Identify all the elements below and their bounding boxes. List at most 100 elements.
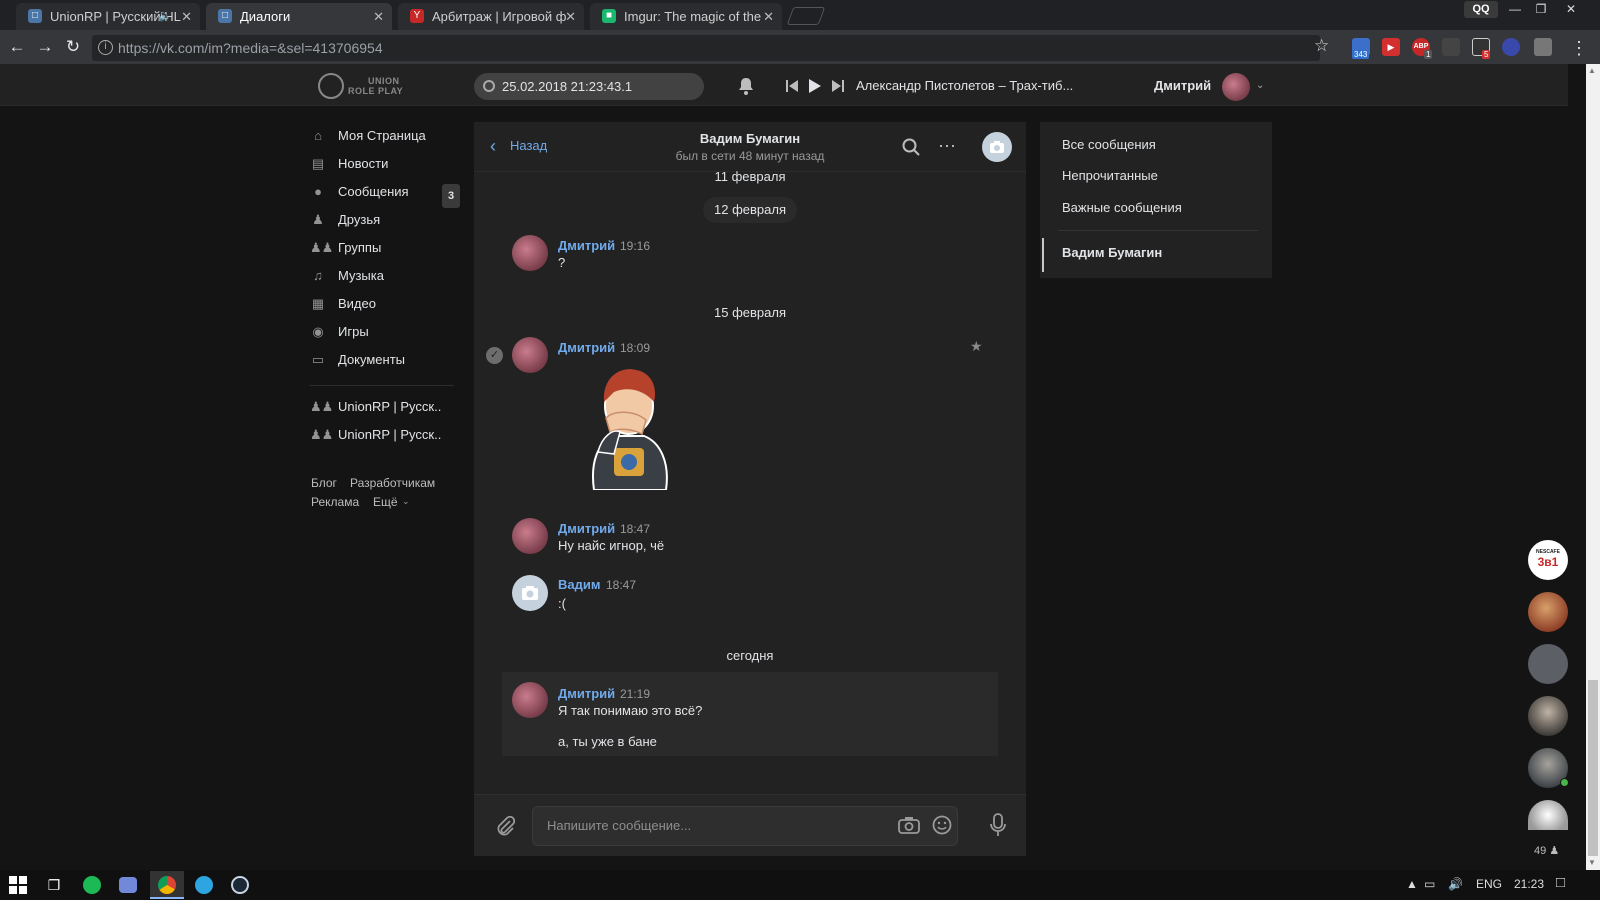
volume-icon[interactable]: 🔊 [1448, 877, 1463, 891]
message-author[interactable]: Дмитрий [558, 238, 615, 253]
next-track-icon[interactable] [832, 79, 844, 93]
new-tab-button[interactable] [786, 7, 826, 25]
footer-link-more[interactable]: Ещё [373, 495, 398, 509]
side-chat-avatar-6[interactable] [1528, 800, 1568, 830]
language-indicator[interactable]: ENG [1476, 877, 1502, 891]
union-rp-logo[interactable]: UNION ROLE PLAY [318, 73, 410, 99]
attach-paperclip-icon[interactable] [494, 815, 516, 837]
notifications-bell-icon[interactable] [738, 77, 754, 95]
close-tab-icon[interactable]: ✕ [181, 3, 192, 30]
play-icon[interactable] [808, 78, 822, 94]
back-chevron-icon[interactable]: ‹ [490, 137, 496, 155]
left-menu-group-unionrp-2[interactable]: ♟♟ UnionRP | Русск.. [310, 425, 441, 445]
filter-all-messages[interactable]: Все сообщения [1062, 137, 1156, 152]
message-input[interactable]: Напишите сообщение... [532, 806, 958, 846]
message-time[interactable]: 18:47 [606, 578, 636, 592]
profile-badge[interactable]: QQ [1464, 1, 1498, 18]
task-view-icon[interactable]: ❐ [42, 874, 66, 896]
bookmark-star-icon[interactable]: ☆ [1314, 36, 1329, 56]
side-chat-avatar-3[interactable] [1528, 644, 1568, 684]
extension-robot-icon[interactable] [1502, 38, 1520, 56]
spotify-icon[interactable] [80, 874, 104, 896]
close-tab-icon[interactable]: ✕ [373, 3, 384, 30]
left-menu-music[interactable]: ♫ Музыка [310, 266, 384, 286]
message-avatar[interactable] [512, 337, 548, 373]
message-time[interactable]: 18:09 [620, 341, 650, 355]
chat-peer-name[interactable]: Вадим Бумагин [650, 131, 850, 146]
attach-photo-camera-icon[interactable] [898, 815, 920, 835]
browser-tab-dialogs[interactable]: □ Диалоги ✕ [206, 3, 392, 30]
restore-window-icon[interactable]: ❐ [1530, 0, 1552, 18]
left-menu-news[interactable]: ▤ Новости [310, 154, 388, 174]
more-options-icon[interactable]: ⋯ [938, 136, 957, 157]
message-author[interactable]: Дмитрий [558, 686, 615, 701]
message-avatar[interactable] [512, 518, 548, 554]
left-menu-games[interactable]: ◉ Игры [310, 322, 368, 342]
side-chat-avatar-2[interactable] [1528, 592, 1568, 632]
back-button[interactable]: Назад [510, 138, 547, 153]
online-friends-count[interactable]: 49 ♟ [1534, 844, 1559, 857]
minimize-window-icon[interactable]: — [1504, 0, 1526, 18]
left-menu-group-unionrp-1[interactable]: ♟♟ UnionRP | Русск.. [310, 397, 441, 417]
chevron-down-icon[interactable]: ⌄ [1256, 80, 1264, 91]
address-bar[interactable]: i https://vk.com/im?media=&sel=413706954 [92, 35, 1320, 61]
footer-link-blog[interactable]: Блог [311, 476, 337, 490]
facepalm-sticker[interactable] [584, 362, 674, 490]
action-center-icon[interactable]: □ [1556, 874, 1565, 891]
page-scrollbar-thumb[interactable] [1588, 680, 1598, 856]
message-avatar[interactable] [512, 682, 548, 718]
message-time[interactable]: 21:19 [620, 687, 650, 701]
important-star-icon[interactable]: ★ [970, 338, 983, 355]
chat-peer-avatar[interactable] [982, 132, 1012, 162]
emoji-smile-icon[interactable] [932, 815, 952, 835]
browser-tab-unionrp[interactable]: □ UnionRP | Русский HL 🔈 ✕ [16, 3, 200, 30]
speaker-mute-icon[interactable]: 🔈 [158, 3, 172, 30]
header-user-name[interactable]: Дмитрий [1154, 78, 1211, 93]
tray-expand-icon[interactable]: ▲ [1406, 877, 1418, 891]
extension-video-icon[interactable]: ▶ [1382, 38, 1400, 56]
message-selected-check-icon[interactable]: ✓ [486, 347, 503, 364]
back-arrow-icon[interactable]: ← [6, 36, 28, 58]
message-author[interactable]: Вадим [558, 577, 600, 592]
left-menu-messages[interactable]: ● Сообщения [310, 182, 409, 202]
reload-icon[interactable]: ↻ [62, 36, 84, 58]
scroll-down-arrow-icon[interactable]: ▼ [1588, 858, 1596, 867]
chevron-down-icon[interactable]: ⌄ [402, 496, 410, 507]
browser-tab-arbitrage[interactable]: Y Арбитраж | Игровой ф ✕ [398, 3, 584, 30]
extension-window-icon[interactable] [1534, 38, 1552, 56]
browser-menu-icon[interactable]: ⋮ [1570, 38, 1588, 59]
left-menu-groups[interactable]: ♟♟ Группы [310, 238, 381, 258]
message-author[interactable]: Дмитрий [558, 340, 615, 355]
search-input[interactable]: 25.02.2018 21:23:43.1 [474, 73, 704, 100]
footer-link-developers[interactable]: Разработчикам [350, 476, 435, 490]
message-time[interactable]: 18:47 [620, 522, 650, 536]
message-avatar[interactable] [512, 575, 548, 611]
info-icon[interactable]: i [98, 40, 113, 55]
discord-icon[interactable] [116, 874, 140, 896]
message-avatar[interactable] [512, 235, 548, 271]
left-menu-documents[interactable]: ▭ Документы [310, 350, 405, 370]
header-avatar[interactable] [1222, 73, 1250, 101]
telegram-icon[interactable] [192, 874, 216, 896]
chrome-icon[interactable] [150, 871, 184, 899]
filter-unread[interactable]: Непрочитанные [1062, 168, 1158, 183]
browser-tab-imgur[interactable]: ■ Imgur: The magic of the ✕ [590, 3, 782, 30]
network-icon[interactable]: ▭ [1424, 877, 1435, 891]
close-window-icon[interactable]: ✕ [1560, 0, 1582, 18]
filter-dialog-vadim[interactable]: Вадим Бумагин [1062, 245, 1162, 260]
close-tab-icon[interactable]: ✕ [763, 3, 774, 30]
scroll-up-arrow-icon[interactable]: ▲ [1588, 66, 1596, 75]
message-author[interactable]: Дмитрий [558, 521, 615, 536]
steam-icon[interactable] [228, 874, 252, 896]
left-menu-my-page[interactable]: ⌂ Моя Страница [310, 126, 426, 146]
windows-start-icon[interactable] [6, 874, 30, 896]
close-tab-icon[interactable]: ✕ [565, 3, 576, 30]
current-track-title[interactable]: Александр Пистолетов – Трах-тиб... [856, 78, 1073, 93]
footer-link-ads[interactable]: Реклама [311, 495, 359, 509]
forward-arrow-icon[interactable]: → [34, 36, 56, 58]
extension-grey-icon[interactable] [1442, 38, 1460, 56]
left-menu-friends[interactable]: ♟ Друзья [310, 210, 380, 230]
chat-search-icon[interactable] [902, 138, 920, 156]
previous-track-icon[interactable] [786, 79, 798, 93]
side-chat-avatar-4[interactable] [1528, 696, 1568, 736]
